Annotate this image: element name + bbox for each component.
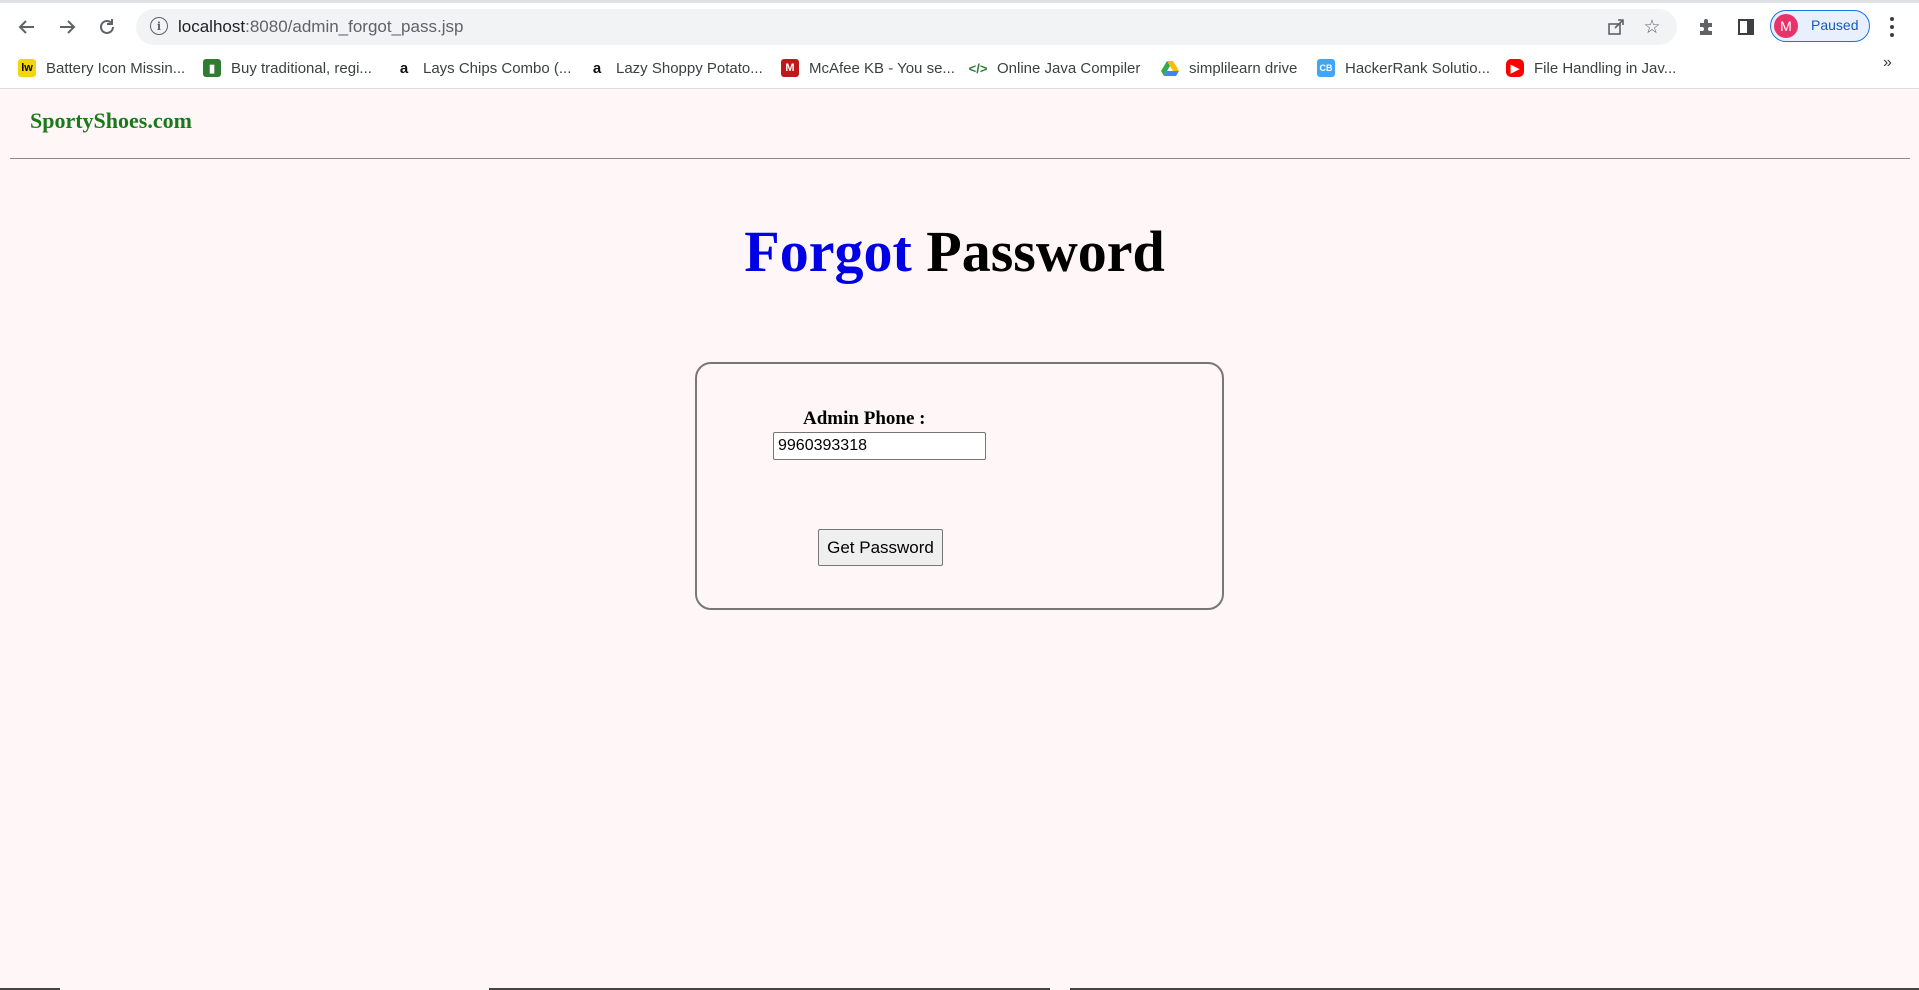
bookmark-item[interactable]: </> Online Java Compiler — [968, 56, 1141, 80]
bookmark-label: McAfee KB - You se... — [809, 59, 955, 77]
brand-logo[interactable]: SportyShoes.com — [30, 108, 192, 134]
bookmark-item[interactable]: a Lays Chips Combo (... — [395, 56, 572, 80]
profile-button[interactable]: M Paused — [1770, 10, 1870, 42]
forgot-password-form — [695, 362, 1224, 610]
youtube-icon: ▶ — [1506, 59, 1524, 77]
bookmark-star-icon[interactable]: ☆ — [1642, 17, 1662, 38]
reload-icon[interactable] — [92, 12, 122, 42]
bookmark-item[interactable]: lw Battery Icon Missin... — [18, 56, 185, 80]
bookmark-label: Battery Icon Missin... — [46, 59, 186, 77]
bookmark-item[interactable]: CB HackerRank Solutio... — [1317, 56, 1490, 80]
url-path: :8080/admin_forgot_pass.jsp — [245, 17, 464, 36]
code-icon: </> — [968, 60, 988, 76]
bookmark-label: File Handling in Jav... — [1534, 59, 1677, 77]
page-title-accent: Forgot — [744, 219, 912, 284]
extensions-icon[interactable] — [1694, 15, 1718, 39]
avatar: M — [1774, 14, 1798, 38]
amazon-icon: a — [592, 59, 602, 77]
bookmark-item[interactable]: a Lazy Shoppy Potato... — [588, 56, 763, 80]
bookmark-label: simplilearn drive — [1189, 59, 1298, 77]
bookmark-label: Lays Chips Combo (... — [423, 59, 572, 77]
bookmark-item[interactable]: M McAfee KB - You se... — [781, 56, 955, 80]
bookmark-label: Online Java Compiler — [997, 59, 1141, 77]
back-icon[interactable] — [12, 12, 42, 42]
cb-icon: CB — [1317, 59, 1335, 77]
bookmark-label: Buy traditional, regi... — [231, 59, 372, 77]
bookmark-label: Lazy Shoppy Potato... — [616, 59, 763, 77]
bookmark-item[interactable]: simplilearn drive — [1161, 56, 1297, 80]
share-icon[interactable] — [1606, 17, 1626, 37]
site-info-icon[interactable]: i — [150, 17, 168, 35]
side-panel-icon[interactable] — [1734, 15, 1758, 39]
admin-phone-label: Admin Phone : — [803, 408, 926, 429]
more-bookmarks-icon[interactable]: » — [1883, 54, 1892, 72]
bookmark-label: HackerRank Solutio... — [1345, 59, 1491, 77]
page-title: Forgot Password — [0, 218, 1909, 285]
bookmarks-bar: lw Battery Icon Missin... ▮ Buy traditio… — [0, 48, 1919, 89]
url-host: localhost — [178, 17, 246, 36]
shop-icon: ▮ — [203, 59, 221, 77]
browser-menu-icon[interactable] — [1886, 15, 1898, 39]
amazon-icon: a — [399, 59, 409, 77]
mcafee-icon: M — [781, 59, 799, 77]
admin-phone-input[interactable] — [773, 432, 986, 460]
bookmark-item[interactable]: ▶ File Handling in Jav... — [1506, 56, 1676, 80]
drive-icon — [1161, 59, 1179, 77]
address-bar[interactable]: i localhost:8080/admin_forgot_pass.jsp ☆ — [136, 9, 1677, 45]
profile-status: Paused — [1811, 17, 1859, 33]
page-title-main: Password — [926, 219, 1165, 284]
url-text[interactable]: localhost:8080/admin_forgot_pass.jsp — [178, 17, 463, 37]
get-password-button[interactable]: Get Password — [818, 529, 943, 566]
browser-toolbar: i localhost:8080/admin_forgot_pass.jsp ☆… — [0, 0, 1919, 48]
lw-icon: lw — [18, 59, 36, 77]
divider — [10, 158, 1910, 159]
forward-icon[interactable] — [52, 12, 82, 42]
bookmark-item[interactable]: ▮ Buy traditional, regi... — [203, 56, 372, 80]
